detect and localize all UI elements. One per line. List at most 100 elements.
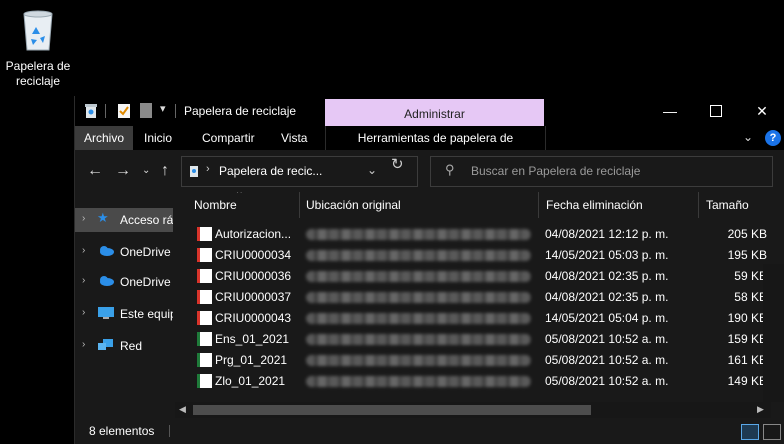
maximize-button[interactable] <box>693 96 739 126</box>
chevron-right-icon[interactable]: › <box>82 307 85 318</box>
tree-item-onedrive[interactable]: › OneDrive <box>75 240 173 264</box>
explorer-window: ▾ Papelera de reciclaje Administrar — ✕ … <box>74 96 784 444</box>
scroll-right-icon[interactable]: ▶ <box>757 404 764 415</box>
search-input[interactable]: Buscar en Papelera de reciclaje <box>471 164 640 178</box>
original-location-blurred <box>306 355 531 366</box>
item-count: 8 elementos <box>89 424 155 438</box>
file-name: Zlo_01_2021 <box>215 374 286 388</box>
tab-herramientas[interactable]: Herramientas de papelera de reciclaje <box>325 126 546 169</box>
file-name: CRIU0000036 <box>215 269 292 283</box>
pdf-file-icon <box>197 227 212 241</box>
file-size: 149 KB <box>727 374 767 388</box>
window-title: Papelera de reciclaje <box>184 104 297 118</box>
file-name: Ens_01_2021 <box>215 332 290 346</box>
file-row[interactable]: Prg_01_2021 05/08/2021 10:52 a. m. 161 KB <box>191 350 784 371</box>
qa-customize-icon[interactable]: ▾ <box>160 102 166 115</box>
address-bar[interactable]: › Papelera de recic... ⌄ <box>181 156 418 187</box>
tab-vista[interactable]: Vista <box>272 126 316 150</box>
desktop-recycle-bin[interactable]: Papelera de reciclaje <box>4 8 72 89</box>
recent-locations-icon[interactable]: ⌄ <box>142 165 150 176</box>
tree-label: Acceso rápido <box>120 213 173 227</box>
new-folder-icon[interactable] <box>140 103 152 118</box>
deletion-date: 05/08/2021 10:52 a. m. <box>545 353 669 367</box>
file-name: CRIU0000034 <box>215 248 292 262</box>
vertical-scrollbar[interactable] <box>763 264 784 402</box>
context-tab-administrar[interactable]: Administrar <box>325 99 544 126</box>
back-arrow-icon[interactable]: ← <box>87 162 103 180</box>
deletion-date: 05/08/2021 10:52 a. m. <box>545 332 669 346</box>
column-separator[interactable] <box>698 192 699 218</box>
column-header-fecha[interactable]: Fecha eliminación <box>546 192 643 218</box>
address-dropdown-icon[interactable]: ⌄ <box>367 163 377 177</box>
pdf-file-icon <box>197 269 212 283</box>
original-location-blurred <box>306 334 531 345</box>
scroll-left-icon[interactable]: ◀ <box>179 404 186 415</box>
chevron-right-icon[interactable]: › <box>82 245 85 256</box>
column-header-tamano[interactable]: Tamaño <box>706 192 749 218</box>
breadcrumb-chevron-icon: › <box>206 163 210 175</box>
pdf-file-icon <box>197 311 212 325</box>
desktop-recycle-label: Papelera de reciclaje <box>5 59 71 88</box>
file-name: CRIU0000043 <box>215 311 292 325</box>
network-icon <box>97 338 113 352</box>
forward-arrow-icon[interactable]: → <box>115 162 131 180</box>
close-button[interactable]: ✕ <box>739 96 784 126</box>
file-row[interactable]: Ens_01_2021 05/08/2021 10:52 a. m. 159 KB <box>191 329 784 350</box>
minimize-button[interactable]: — <box>647 96 693 126</box>
deletion-date: 04/08/2021 02:35 p. m. <box>545 290 669 304</box>
tab-inicio[interactable]: Inicio <box>135 126 181 150</box>
file-name: CRIU0000037 <box>215 290 292 304</box>
deletion-date: 05/08/2021 10:52 a. m. <box>545 374 669 388</box>
search-box[interactable]: ⚲ Buscar en Papelera de reciclaje <box>430 156 773 187</box>
properties-icon[interactable] <box>117 103 131 119</box>
tree-item-quick-access[interactable]: › ★ Acceso rápido <box>75 208 173 232</box>
file-size: 205 KB <box>727 227 767 241</box>
file-row[interactable]: CRIU0000034 14/05/2021 05:03 p. m. 195 KB <box>191 245 784 266</box>
file-size: 195 KB <box>727 248 767 262</box>
navigation-pane: › ★ Acceso rápido › OneDrive › OneDrive … <box>75 192 173 418</box>
horizontal-scrollbar[interactable]: ◀ ▶ <box>175 402 771 418</box>
original-location-blurred <box>306 292 531 303</box>
large-icons-view-icon[interactable] <box>763 424 781 440</box>
deletion-date: 04/08/2021 02:35 p. m. <box>545 269 669 283</box>
tree-item-this-pc[interactable]: › Este equipo <box>75 302 173 326</box>
column-header-ubicacion[interactable]: Ubicación original <box>306 192 401 218</box>
chevron-right-icon[interactable]: › <box>82 213 85 224</box>
column-header-nombre[interactable]: Nombre <box>194 192 237 218</box>
status-bar: 8 elementos <box>75 418 784 444</box>
up-arrow-icon[interactable]: ↑ <box>161 162 169 180</box>
recycle-bin-address-icon <box>190 166 198 177</box>
tab-compartir[interactable]: Compartir <box>193 126 264 150</box>
ribbon-expand-icon[interactable]: ⌄ <box>743 130 753 144</box>
column-separator[interactable] <box>299 192 300 218</box>
cloud-icon <box>97 274 114 288</box>
recycle-bin-small-icon <box>85 104 97 118</box>
tree-label: Red <box>120 339 143 353</box>
maximize-icon <box>710 105 722 117</box>
file-row[interactable]: Zlo_01_2021 05/08/2021 10:52 a. m. 149 KB <box>191 371 784 392</box>
close-icon: ✕ <box>756 102 768 119</box>
search-icon: ⚲ <box>445 162 455 177</box>
chevron-right-icon[interactable]: › <box>82 339 85 350</box>
help-icon[interactable]: ? <box>765 130 781 146</box>
address-text: Papelera de recic... <box>219 164 323 178</box>
file-size: 59 KB <box>734 269 767 283</box>
file-row[interactable]: CRIU0000036 04/08/2021 02:35 p. m. 59 KB <box>191 266 784 287</box>
horizontal-scroll-thumb[interactable] <box>193 405 591 415</box>
refresh-icon[interactable]: ↻ <box>391 155 404 173</box>
tab-archivo[interactable]: Archivo <box>75 126 134 150</box>
excel-file-icon <box>197 353 212 367</box>
original-location-blurred <box>306 271 531 282</box>
original-location-blurred <box>306 250 531 261</box>
file-row[interactable]: CRIU0000037 04/08/2021 02:35 p. m. 58 KB <box>191 287 784 308</box>
tree-item-network[interactable]: › Red <box>75 334 173 358</box>
details-view-icon[interactable] <box>741 424 759 440</box>
column-separator[interactable] <box>538 192 539 218</box>
tree-item-onedrive-2[interactable]: › OneDrive <box>75 270 173 294</box>
chevron-right-icon[interactable]: › <box>82 275 85 286</box>
file-row[interactable]: Autorizacion... 04/08/2021 12:12 p. m. 205… <box>191 224 784 245</box>
qa-divider <box>175 104 176 118</box>
recycle-bin-icon <box>23 10 53 51</box>
tree-label: OneDrive <box>120 275 171 289</box>
file-row[interactable]: CRIU0000043 14/05/2021 05:04 p. m. 190 KB <box>191 308 784 329</box>
